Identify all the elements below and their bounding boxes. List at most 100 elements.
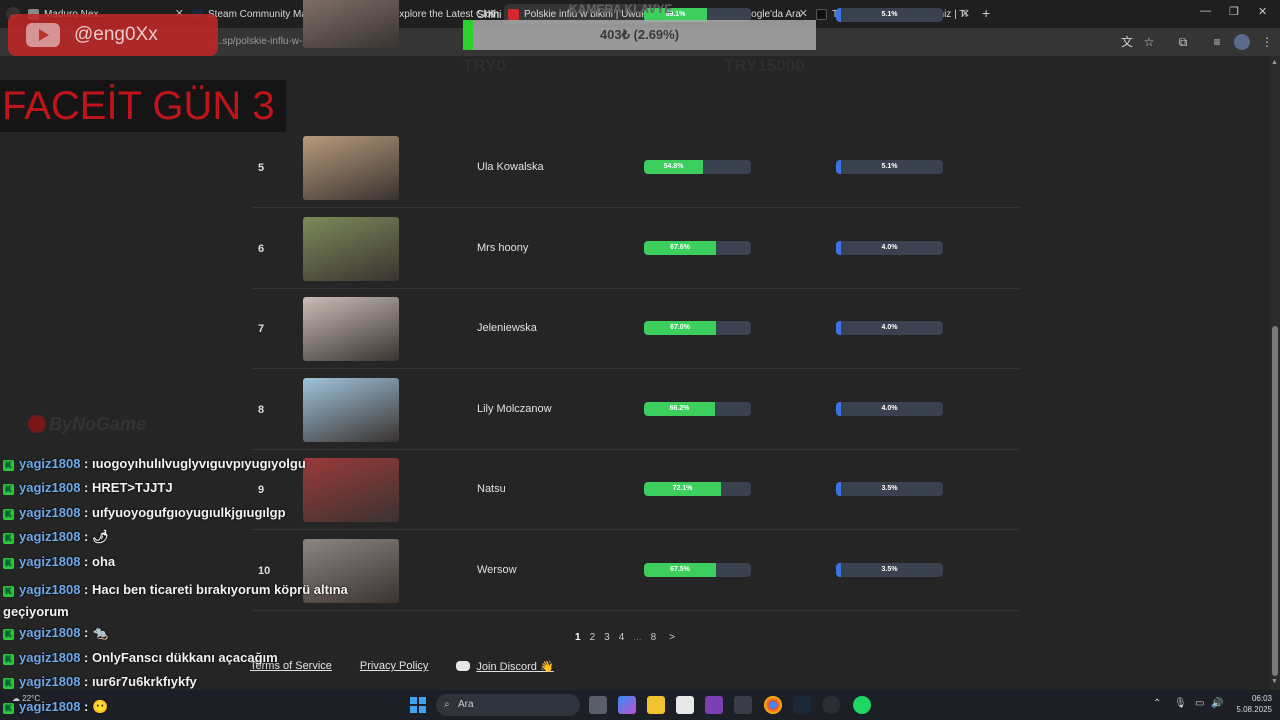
share-label: 3.5% bbox=[881, 566, 898, 573]
score-bar: 66.2% bbox=[644, 402, 751, 416]
footer: Terms of Service Privacy Policy Join Dis… bbox=[250, 660, 554, 673]
window-close-icon[interactable]: ✕ bbox=[1258, 5, 1267, 18]
sponsor-logo: ByNoGame bbox=[28, 414, 146, 435]
ranking-row[interactable]: 5 Ula Kowalska 54.8% 5.1% bbox=[252, 128, 1019, 208]
goal-min-label: TRY0 bbox=[463, 56, 506, 75]
share-label: 4.0% bbox=[881, 405, 898, 412]
profile-photo[interactable] bbox=[303, 378, 399, 442]
youtube-icon bbox=[26, 23, 60, 47]
chat-message: Kyagiz1808 : 😶 bbox=[3, 699, 108, 715]
search-icon: ⌕ bbox=[444, 699, 450, 710]
volume-icon[interactable]: 🔊 bbox=[1211, 698, 1223, 709]
clock[interactable]: 06:03 5.08.2025 bbox=[1228, 693, 1272, 715]
task-view-icon[interactable] bbox=[589, 696, 607, 714]
page-link-2[interactable]: 2 bbox=[590, 632, 596, 646]
store-icon[interactable] bbox=[676, 696, 694, 714]
scroll-down-icon[interactable]: ▼ bbox=[1271, 678, 1278, 685]
profile-photo[interactable] bbox=[303, 458, 399, 522]
scrollbar-thumb[interactable] bbox=[1272, 326, 1278, 676]
restore-icon[interactable]: ❐ bbox=[1229, 5, 1239, 18]
kick-icon: K bbox=[3, 703, 14, 714]
kick-icon: K bbox=[3, 484, 14, 495]
goal-max-label: TRY15000 bbox=[724, 56, 805, 75]
score-bar: 67.0% bbox=[644, 321, 751, 335]
score-label: 66.2% bbox=[669, 405, 690, 412]
rank-number: 5 bbox=[258, 162, 265, 174]
kick-icon: K bbox=[3, 586, 14, 597]
influencer-name: Natsu bbox=[477, 483, 506, 495]
share-bar: 5.1% bbox=[836, 8, 943, 22]
steam-icon[interactable] bbox=[793, 696, 811, 714]
copilot-icon[interactable] bbox=[618, 696, 636, 714]
puzzle-icon[interactable]: ⧉ bbox=[1175, 34, 1191, 50]
score-label: 67.0% bbox=[670, 324, 690, 331]
channel-badge: @eng0Xx bbox=[8, 14, 218, 56]
next-page-button[interactable]: > bbox=[669, 632, 675, 646]
mic-icon[interactable]: 🎙 bbox=[1174, 698, 1187, 709]
star-icon[interactable]: ☆ bbox=[1141, 34, 1157, 50]
taskbar-search[interactable]: ⌕ Ara bbox=[436, 694, 580, 716]
app-icon[interactable] bbox=[734, 696, 752, 714]
chrome-icon[interactable] bbox=[764, 696, 782, 714]
chat-message: Kyagiz1808 : OnlyFanscı dükkanı açacağım bbox=[3, 650, 278, 665]
pagination: 1 2 3 4 ... 8 > bbox=[575, 632, 675, 646]
chat-message: Kyagiz1808 : Hacı ben ticareti bırakıyor… bbox=[3, 582, 348, 619]
ranking-row[interactable]: 6 Mrs hoony 67.6% 4.0% bbox=[252, 209, 1019, 289]
influencer-name: Wersow bbox=[477, 564, 517, 576]
share-bar: 4.0% bbox=[836, 241, 943, 255]
rank-number: 6 bbox=[258, 243, 265, 255]
rank-number: 10 bbox=[258, 565, 271, 577]
page-link-4[interactable]: 4 bbox=[619, 632, 625, 646]
kick-icon: K bbox=[3, 509, 14, 520]
sponsor-icon bbox=[28, 415, 46, 433]
discord-link[interactable]: Join Discord 👋 bbox=[456, 660, 554, 673]
ranking-row[interactable]: 7 Jeleniewska 67.0% 4.0% bbox=[252, 289, 1019, 369]
rank-number: 9 bbox=[258, 484, 265, 496]
page-link-8[interactable]: 8 bbox=[651, 632, 657, 646]
taskbar: ☁ 22°C ⌕ Ara ⌃ 🎙 ▭ 🔊 06:03 5.08.2025 bbox=[0, 690, 1280, 720]
chat-message: Kyagiz1808 : 🐀 bbox=[3, 625, 108, 641]
app-icon[interactable] bbox=[705, 696, 723, 714]
page-ellipsis: ... bbox=[633, 632, 642, 643]
privacy-link[interactable]: Privacy Policy bbox=[360, 660, 428, 673]
chat-message: Kyagiz1808 : ıur6r7u6krkfıykfy bbox=[3, 674, 197, 689]
share-label: 4.0% bbox=[881, 244, 898, 251]
score-label: 67.5% bbox=[670, 566, 690, 573]
ranking-row[interactable]: 9 Natsu 72.1% 3.5% bbox=[252, 450, 1019, 530]
spotify-icon[interactable] bbox=[853, 696, 871, 714]
page-link-3[interactable]: 3 bbox=[604, 632, 610, 646]
translate-icon[interactable]: 文 bbox=[1119, 34, 1135, 50]
ranking-row[interactable]: 8 Lily Molczanow 66.2% 4.0% bbox=[252, 370, 1019, 450]
kick-icon: K bbox=[3, 629, 14, 640]
profile-photo[interactable] bbox=[303, 0, 399, 48]
screen: ⌄ Maduro Nex... ✕ Steam Community Market… bbox=[0, 0, 1280, 720]
profile-photo[interactable] bbox=[303, 217, 399, 281]
minimize-icon[interactable]: — bbox=[1200, 5, 1211, 17]
scroll-up-icon[interactable]: ▲ bbox=[1271, 59, 1278, 66]
score-bar: 72.1% bbox=[644, 482, 751, 496]
windows-start-icon[interactable] bbox=[410, 697, 426, 713]
kebab-icon[interactable]: ⋮ bbox=[1259, 34, 1275, 50]
profile-photo[interactable] bbox=[303, 297, 399, 361]
discord-icon bbox=[456, 661, 471, 671]
share-bar: 3.5% bbox=[836, 563, 943, 577]
file-explorer-icon[interactable] bbox=[647, 696, 665, 714]
influencer-name: Jeleniewska bbox=[477, 322, 537, 334]
kick-icon: K bbox=[3, 654, 14, 665]
app-icon[interactable] bbox=[822, 696, 840, 714]
score-label: 67.6% bbox=[670, 244, 690, 251]
media-icon[interactable]: ≡ bbox=[1209, 34, 1225, 50]
page-scrollbar[interactable]: ▲ ▼ bbox=[1270, 56, 1280, 690]
share-bar: 4.0% bbox=[836, 321, 943, 335]
chat-message: Kyagiz1808 : uıfyuoyogufgıoyugıulkjgıugı… bbox=[3, 505, 286, 520]
page-link-1[interactable]: 1 bbox=[575, 632, 581, 646]
network-icon[interactable]: ▭ bbox=[1195, 698, 1204, 709]
donation-goal: KAMERA KLAVYE 403₺ (2.69%) bbox=[463, 2, 816, 50]
influencer-name: Ula Kowalska bbox=[477, 161, 544, 173]
chevron-up-icon[interactable]: ⌃ bbox=[1153, 698, 1161, 709]
profile-photo[interactable] bbox=[303, 136, 399, 200]
rank-number: 8 bbox=[258, 404, 265, 416]
kick-icon: K bbox=[3, 460, 14, 471]
avatar[interactable] bbox=[1234, 34, 1250, 50]
goal-amount: 403₺ (2.69%) bbox=[599, 27, 680, 42]
